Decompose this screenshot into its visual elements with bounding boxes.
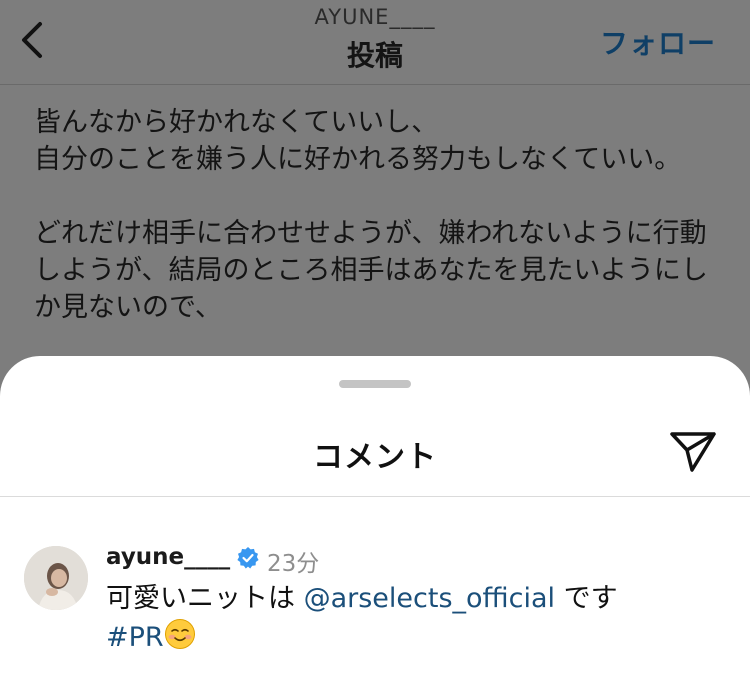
comment-username[interactable]: ayune____ xyxy=(106,544,230,570)
header-divider xyxy=(0,84,750,85)
comment-text-after: です xyxy=(555,583,618,614)
comment-timestamp: 23分 xyxy=(267,551,320,577)
smiling-face-emoji-icon xyxy=(164,619,195,649)
verified-badge-icon xyxy=(237,547,259,569)
send-icon[interactable] xyxy=(668,430,718,474)
sheet-divider xyxy=(0,496,750,497)
avatar[interactable] xyxy=(24,546,88,610)
comments-sheet: コメント ayune____ 23分 可愛いニットは @arselects_of… xyxy=(0,356,750,686)
comment-text: 可愛いニットは @arselects_official です #PR xyxy=(106,580,726,657)
mention-link[interactable]: @arselects_official xyxy=(304,583,555,614)
follow-button[interactable]: フォロー xyxy=(600,22,716,62)
comment-text-before: 可愛いニットは xyxy=(106,583,304,614)
post-caption: 皆んなから好かれなくていいし、 自分のことを嫌う人に好かれる努力もしなくていい。… xyxy=(34,107,708,323)
avatar-image xyxy=(24,546,88,610)
sheet-drag-handle[interactable] xyxy=(339,380,411,388)
post-header: AYUNE____ 投稿 フォロー xyxy=(0,0,750,84)
hashtag-link[interactable]: #PR xyxy=(106,622,164,653)
sheet-title: コメント xyxy=(313,440,437,475)
